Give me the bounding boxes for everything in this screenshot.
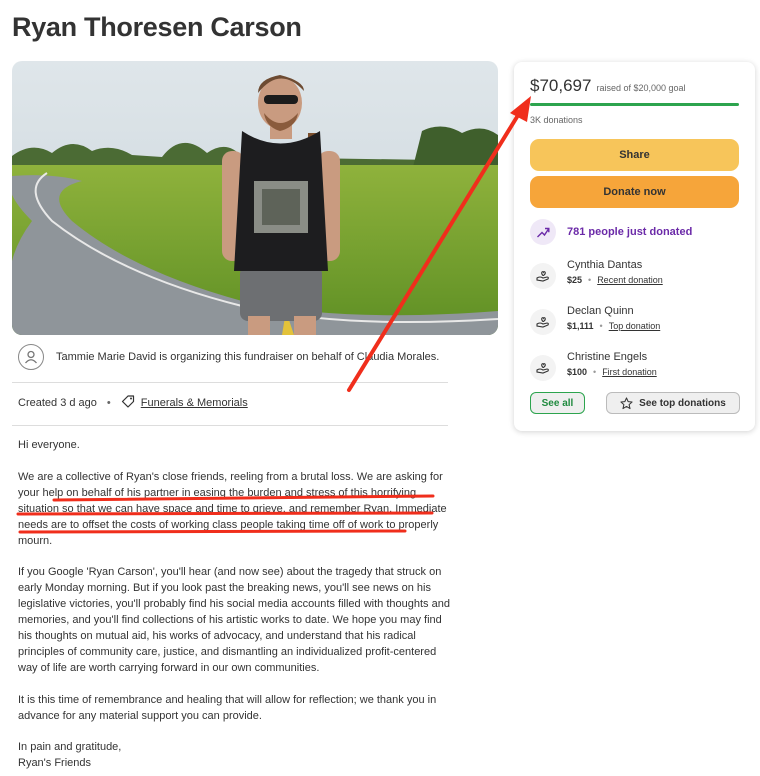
see-top-donations-label: See top donations [639,397,726,409]
divider [12,382,448,383]
organizer-row: Tammie Marie David is organizing this fu… [18,344,448,370]
see-top-donations-button[interactable]: See top donations [606,392,740,414]
star-icon [620,396,633,409]
story-paragraph: We are a collective of Ryan's close frie… [18,470,447,547]
progress-bar [530,103,739,106]
donor-name: Christine Engels [567,351,648,363]
hero-photo [12,61,498,335]
divider [12,425,448,426]
recent-donors-trend: 781 people just donated [530,219,692,245]
donate-now-button[interactable]: Donate now [530,176,739,208]
category-link[interactable]: Funerals & Memorials [141,397,248,409]
donor-name: Cynthia Dantas [567,259,643,271]
donor-label[interactable]: First donation [602,367,657,377]
donor-label[interactable]: Top donation [609,321,661,331]
donor-separator: • [593,367,597,377]
story-paragraph: Hi everyone. [18,439,80,451]
trend-up-icon [530,219,556,245]
raised-amount: $70,697 [530,76,592,95]
donations-count: 3K donations [530,115,583,125]
story-text: Hi everyone. We are a collective of Ryan… [18,437,450,776]
donation-hand-icon [530,309,556,335]
see-all-button[interactable]: See all [530,392,585,414]
meta-row: Created 3 d ago • Funerals & Memorials [18,394,248,411]
story-paragraph: If you Google 'Ryan Carson', you'll hear… [18,566,450,674]
story-paragraph: In pain and gratitude, Ryan's Friends [18,741,122,769]
meta-separator: • [106,396,111,409]
donation-card: $70,697 raised of $20,000 goal 3K donati… [514,62,755,431]
goal-text: raised of $20,000 goal [596,83,686,93]
donor-name: Declan Quinn [567,305,634,317]
donation-hand-icon [530,355,556,381]
share-button[interactable]: Share [530,139,739,171]
page-title: Ryan Thoresen Carson [12,12,302,42]
donor-amount: $1,111 [567,321,594,331]
donor-item: Declan Quinn $1,111 • Top donation [530,305,660,335]
donor-amount: $100 [567,367,588,377]
created-text: Created 3 d ago [18,396,97,409]
donor-item: Cynthia Dantas $25 • Recent donation [530,259,663,289]
donation-hand-icon [530,263,556,289]
donor-label[interactable]: Recent donation [597,275,663,285]
trend-text: 781 people just donated [567,226,693,238]
donor-amount: $25 [567,275,583,285]
donor-separator: • [588,275,592,285]
donor-item: Christine Engels $100 • First donation [530,351,657,381]
organizer-text: Tammie Marie David is organizing this fu… [56,351,440,363]
raised-summary: $70,697 raised of $20,000 goal [530,76,686,96]
tag-icon [121,394,135,411]
story-paragraph: It is this time of remembrance and heali… [18,693,437,722]
user-icon [18,344,44,370]
donor-separator: • [599,321,603,331]
